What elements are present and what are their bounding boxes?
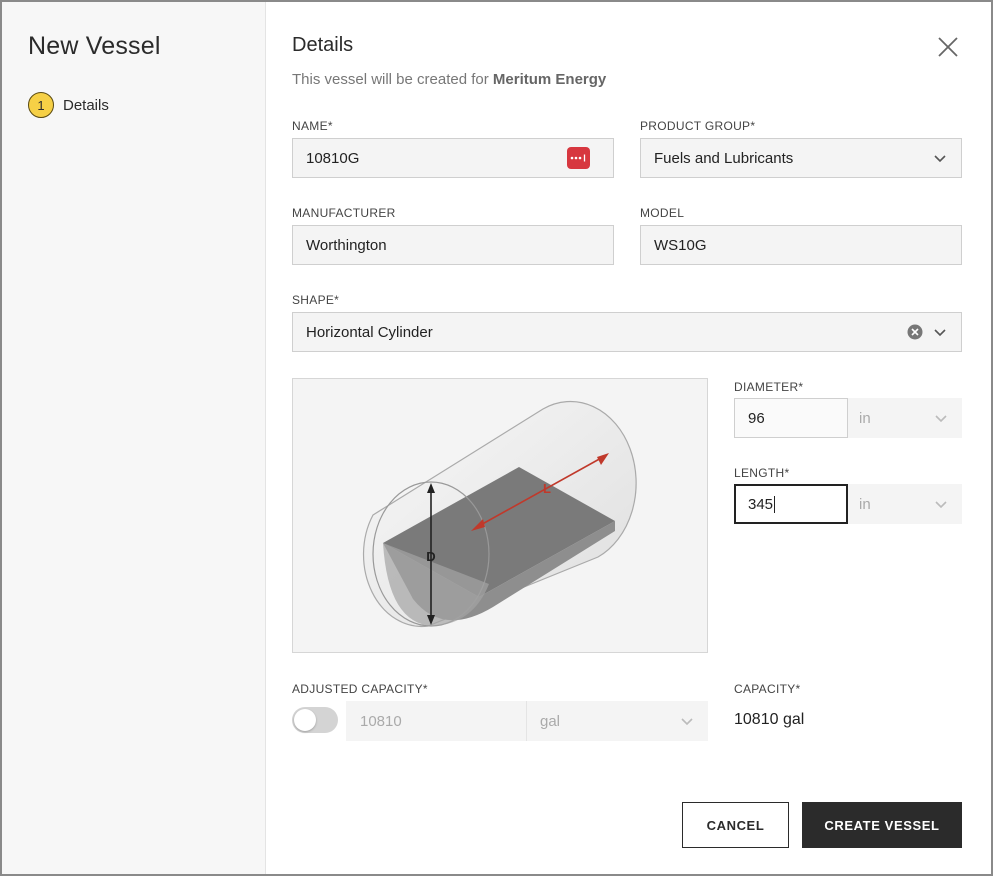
step-label: Details — [63, 96, 109, 114]
clear-icon[interactable] — [907, 324, 923, 340]
adjusted-capacity-toggle[interactable] — [292, 707, 338, 733]
chevron-down-icon — [935, 415, 947, 423]
chevron-down-icon — [934, 329, 946, 337]
page-title: Details — [292, 34, 354, 56]
manufacturer-label: MANUFACTURER — [292, 206, 396, 220]
name-value: 10810G — [306, 149, 360, 167]
product-group-select[interactable]: Fuels and Lubricants — [640, 138, 962, 178]
length-unit-select[interactable]: in — [848, 484, 962, 524]
diameter-input[interactable]: 96 — [734, 398, 848, 438]
adjusted-capacity-unit-select[interactable]: gal — [526, 701, 708, 741]
diameter-letter: D — [426, 549, 435, 564]
model-value: WS10G — [654, 236, 707, 254]
length-unit: in — [859, 495, 871, 513]
sidebar: New Vessel 1 Details — [2, 2, 266, 874]
sidebar-title: New Vessel — [28, 32, 161, 60]
page-subtitle: This vessel will be created for Meritum … — [292, 71, 606, 88]
manufacturer-value: Worthington — [306, 236, 387, 254]
name-input[interactable]: 10810G — [292, 138, 614, 178]
diameter-unit: in — [859, 409, 871, 427]
name-label: NAME* — [292, 119, 333, 133]
chevron-down-icon — [681, 718, 693, 726]
diameter-unit-select[interactable]: in — [848, 398, 962, 438]
diameter-label: DIAMETER* — [734, 380, 804, 394]
subtitle-prefix: This vessel will be created for — [292, 71, 489, 88]
diameter-value: 96 — [748, 409, 765, 427]
capacity-value: 10810 gal — [734, 711, 805, 728]
product-group-value: Fuels and Lubricants — [654, 149, 794, 167]
length-value: 345 — [748, 495, 774, 513]
shape-value: Horizontal Cylinder — [306, 323, 433, 341]
adjusted-capacity-label: ADJUSTED CAPACITY* — [292, 682, 428, 696]
horizontal-cylinder-illustration: D L — [362, 400, 637, 628]
cancel-button[interactable]: CANCEL — [682, 802, 789, 848]
length-label: LENGTH* — [734, 466, 790, 480]
text-cursor — [774, 495, 776, 513]
toggle-knob — [294, 709, 316, 731]
password-manager-icon[interactable] — [567, 147, 590, 169]
adjusted-capacity-value: 10810 — [360, 712, 402, 730]
main-panel: Details This vessel will be created for … — [267, 2, 991, 874]
create-vessel-button[interactable]: CREATE VESSEL — [802, 802, 962, 848]
length-input[interactable]: 345 — [734, 484, 848, 524]
chevron-down-icon — [935, 501, 947, 509]
shape-label: SHAPE* — [292, 293, 340, 307]
company-name: Meritum Energy — [492, 71, 607, 88]
step-details[interactable]: 1 Details — [28, 92, 109, 118]
step-number: 1 — [28, 92, 54, 118]
product-group-label: PRODUCT GROUP* — [640, 119, 756, 133]
capacity-label: CAPACITY* — [734, 682, 801, 696]
adjusted-capacity-unit: gal — [540, 712, 561, 730]
chevron-down-icon — [934, 155, 946, 163]
model-input[interactable]: WS10G — [640, 225, 962, 265]
shape-diagram: D L — [292, 378, 708, 653]
model-label: MODEL — [640, 206, 685, 220]
shape-select[interactable]: Horizontal Cylinder — [292, 312, 962, 352]
adjusted-capacity-input[interactable]: 10810 — [346, 701, 526, 741]
close-icon[interactable] — [935, 34, 961, 60]
manufacturer-input[interactable]: Worthington — [292, 225, 614, 265]
length-letter: L — [543, 481, 551, 496]
